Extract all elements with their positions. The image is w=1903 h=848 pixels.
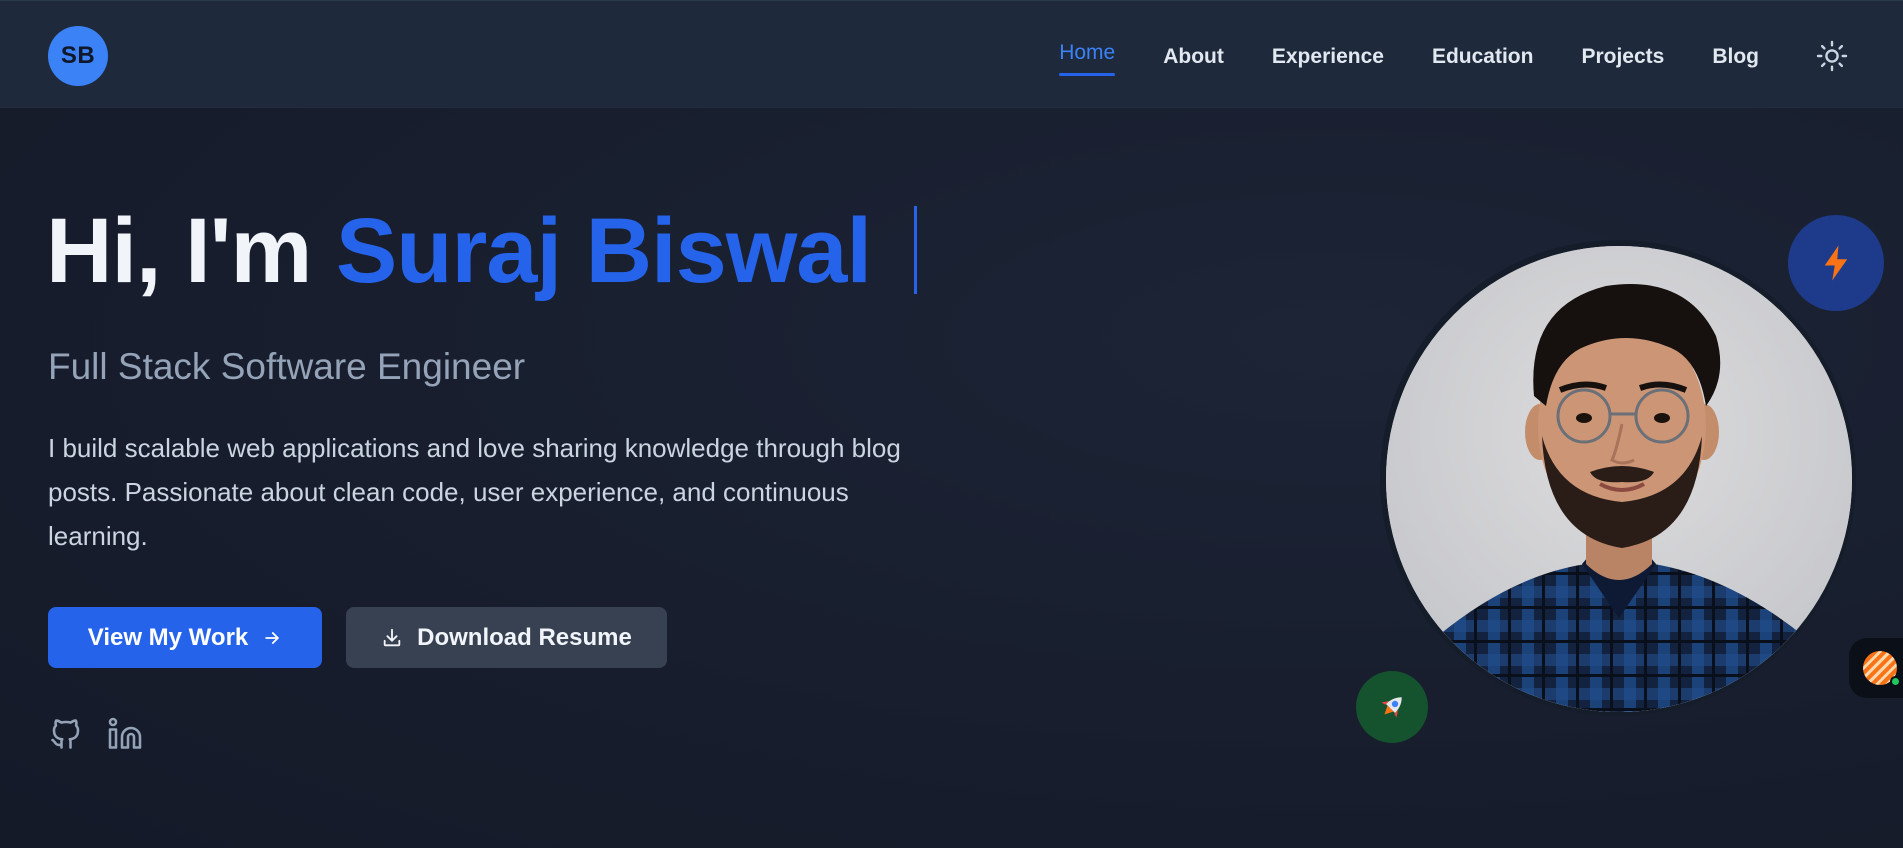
rocket-icon bbox=[1381, 697, 1402, 718]
view-my-work-label: View My Work bbox=[87, 623, 249, 651]
download-resume-button[interactable]: Download Resume bbox=[346, 607, 667, 668]
github-link[interactable] bbox=[46, 714, 86, 754]
nav-about[interactable]: About bbox=[1163, 45, 1224, 69]
download-icon bbox=[381, 627, 403, 649]
linkedin-icon bbox=[108, 717, 142, 749]
sun-icon bbox=[1816, 40, 1848, 72]
linkedin-link[interactable] bbox=[105, 714, 145, 754]
navbar: SB Home About Experience Education Proje… bbox=[0, 0, 1903, 108]
nav-education[interactable]: Education bbox=[1432, 45, 1534, 69]
nav-home[interactable]: Home bbox=[1059, 41, 1116, 76]
lightning-bolt-icon bbox=[1824, 245, 1848, 281]
hero-subtitle: Full Stack Software Engineer bbox=[48, 346, 526, 387]
chat-avatar-icon bbox=[1863, 651, 1901, 687]
lightning-badge bbox=[1788, 215, 1884, 311]
hero-bio: I build scalable web applications and lo… bbox=[48, 433, 901, 551]
hero-name: Suraj Biswal bbox=[335, 200, 872, 302]
nav-blog[interactable]: Blog bbox=[1712, 45, 1759, 69]
profile-photo bbox=[1386, 246, 1852, 712]
chat-widget-button[interactable] bbox=[1849, 638, 1903, 698]
logo[interactable]: SB bbox=[48, 26, 108, 86]
page: SB Home About Experience Education Proje… bbox=[0, 0, 1903, 848]
view-my-work-button[interactable]: View My Work bbox=[48, 607, 322, 668]
online-status-dot bbox=[1890, 676, 1901, 687]
download-resume-label: Download Resume bbox=[417, 623, 632, 651]
theme-toggle-button[interactable] bbox=[1815, 39, 1849, 73]
github-icon bbox=[51, 719, 80, 749]
nav-links: Home About Experience Education Projects… bbox=[1011, 1, 1759, 109]
nav-projects[interactable]: Projects bbox=[1581, 45, 1664, 69]
hero-title: Hi, I'm Suraj Biswal bbox=[46, 196, 872, 306]
nav-experience[interactable]: Experience bbox=[1272, 45, 1384, 69]
rocket-badge bbox=[1356, 671, 1428, 743]
hero-greeting: Hi, I'm bbox=[46, 200, 336, 302]
typing-cursor bbox=[914, 206, 917, 294]
arrow-right-icon bbox=[262, 628, 282, 648]
